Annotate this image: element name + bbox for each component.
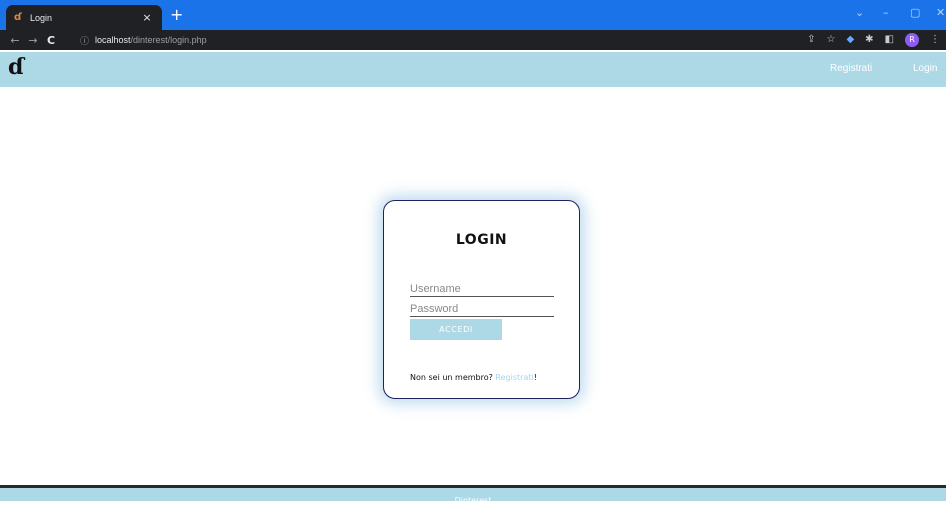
tab-close-icon[interactable]: × bbox=[140, 11, 154, 24]
tab-title: Login bbox=[30, 12, 53, 23]
sidepanel-icon[interactable]: ◧ bbox=[885, 33, 894, 47]
forward-arrow-icon[interactable]: → bbox=[24, 34, 42, 47]
site-header: ɗ Registrati Login bbox=[0, 52, 946, 87]
nav-register-link[interactable]: Registrati bbox=[830, 63, 872, 74]
minimize-icon[interactable]: – bbox=[883, 6, 889, 19]
browser-tab-strip: ɗ Login × + ⌄ – ▢ ✕ bbox=[0, 0, 946, 30]
new-tab-button[interactable]: + bbox=[170, 5, 183, 25]
profile-avatar-icon[interactable]: R bbox=[905, 33, 919, 47]
back-arrow-icon[interactable]: ← bbox=[6, 34, 24, 47]
password-input[interactable] bbox=[410, 301, 554, 317]
username-input[interactable] bbox=[410, 281, 554, 297]
tab-login[interactable]: ɗ Login × bbox=[6, 5, 162, 30]
signup-suffix: ! bbox=[533, 373, 537, 382]
tab-search-dropdown-icon[interactable]: ⌄ bbox=[855, 6, 864, 19]
toolbar-actions: ⇪ ☆ ◆ ✱ ◧ R ⋮ bbox=[807, 33, 940, 47]
menu-icon[interactable]: ⋮ bbox=[930, 33, 940, 47]
accedi-button[interactable]: ACCEDI bbox=[410, 319, 502, 340]
url-host: localhost bbox=[95, 35, 131, 45]
browser-toolbar: ← → C ⓘ localhost /dinterest/login.php ⇪… bbox=[0, 30, 946, 50]
url-path: /dinterest/login.php bbox=[130, 35, 207, 45]
login-title: LOGIN bbox=[455, 232, 508, 248]
signup-prompt-text: Non sei un membro? bbox=[410, 373, 493, 382]
site-logo[interactable]: ɗ bbox=[8, 54, 24, 80]
login-card: LOGIN ACCEDI Non sei un membro? Registra… bbox=[383, 200, 580, 399]
nav-login-link[interactable]: Login bbox=[913, 63, 937, 74]
tab-favicon-icon: ɗ bbox=[14, 11, 22, 23]
share-icon[interactable]: ⇪ bbox=[807, 33, 815, 47]
reload-icon[interactable]: C bbox=[42, 34, 60, 47]
maximize-icon[interactable]: ▢ bbox=[910, 6, 920, 19]
address-bar[interactable]: ⓘ localhost /dinterest/login.php bbox=[80, 32, 800, 48]
extension-icon[interactable]: ◆ bbox=[846, 33, 854, 47]
puzzle-icon[interactable]: ✱ bbox=[865, 33, 873, 47]
site-info-icon[interactable]: ⓘ bbox=[80, 34, 89, 47]
close-window-icon[interactable]: ✕ bbox=[936, 6, 945, 19]
site-footer: Dinterest bbox=[0, 488, 946, 505]
signup-prompt: Non sei un membro? Registrati! bbox=[410, 373, 537, 382]
signup-link[interactable]: Registrati bbox=[495, 373, 533, 382]
bookmark-star-icon[interactable]: ☆ bbox=[826, 33, 835, 47]
